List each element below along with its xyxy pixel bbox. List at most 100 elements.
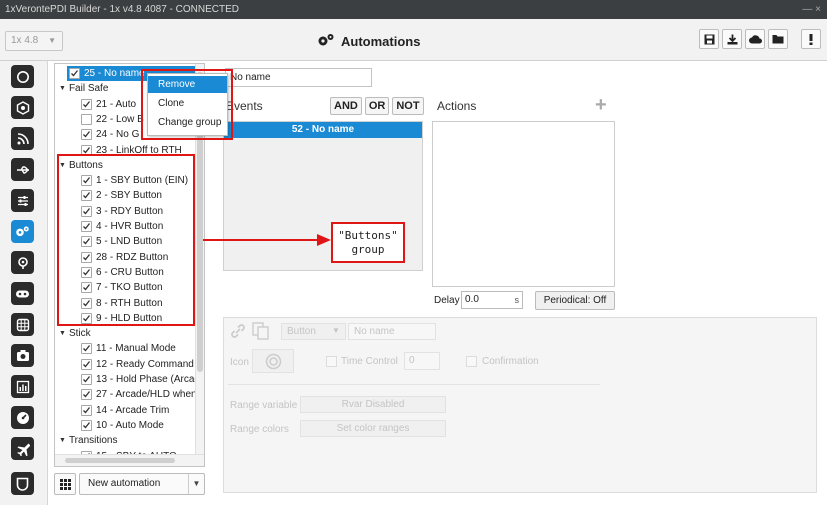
event-header[interactable]: 52 - No name	[224, 122, 422, 138]
location-pin-icon[interactable]	[11, 251, 34, 274]
airplane-icon[interactable]	[11, 437, 34, 460]
cloud-icon	[748, 35, 762, 44]
delay-input[interactable]: 0.0 s	[461, 291, 523, 309]
window-controls[interactable]: — ×	[802, 0, 821, 19]
gamepad-icon[interactable]	[11, 282, 34, 305]
save-icon	[704, 34, 714, 44]
enable-checkbox[interactable]	[81, 129, 92, 141]
automations-icon[interactable]	[11, 220, 34, 243]
enable-checkbox[interactable]	[81, 404, 92, 416]
enable-checkbox[interactable]	[81, 358, 92, 370]
usb-icon[interactable]	[11, 158, 34, 181]
buttons-group-highlight	[57, 154, 195, 326]
action-detail-panel: Button ▼ No name Icon Time Control 0 Con…	[223, 317, 817, 493]
page-title: Automations	[317, 31, 420, 51]
tree-label: 13 - Hold Phase (Arcad	[96, 374, 200, 385]
sliders-icon[interactable]	[11, 189, 34, 212]
enable-checkbox[interactable]	[81, 374, 92, 385]
confirmation-checkbox[interactable]	[466, 356, 477, 367]
periodical-toggle[interactable]: Periodical: Off	[535, 291, 615, 310]
set-color-ranges-label: Set color ranges	[336, 423, 410, 434]
version-select[interactable]: 1x 4.8 ▼	[5, 31, 63, 51]
enable-checkbox[interactable]	[69, 68, 80, 79]
power-icon[interactable]	[11, 65, 34, 88]
download-button[interactable]	[722, 29, 742, 49]
grid-icon	[59, 478, 71, 490]
and-button[interactable]: AND	[330, 97, 362, 115]
tree-group[interactable]: ▼ Transitions	[59, 433, 117, 448]
automation-name-input[interactable]: No name	[225, 68, 372, 87]
camera-icon[interactable]	[11, 344, 34, 367]
tree-item[interactable]: 11 - Manual Mode	[81, 341, 176, 356]
dashboard-icon[interactable]	[11, 406, 34, 429]
info-button[interactable]	[801, 29, 821, 49]
enable-checkbox[interactable]	[81, 389, 92, 401]
enable-checkbox[interactable]	[81, 343, 92, 355]
tree-item[interactable]: 12 - Ready Command	[81, 357, 194, 372]
tree-item[interactable]: 10 - Auto Mode	[81, 418, 164, 433]
delay-unit: s	[514, 295, 520, 305]
link-icon	[231, 324, 245, 338]
tree-item[interactable]: 21 - Auto	[81, 97, 136, 112]
enable-checkbox[interactable]	[81, 98, 92, 110]
add-action-icon[interactable]: +	[595, 95, 607, 115]
window-title: 1xVerontePDI Builder - 1x v4.8 4087 - CO…	[5, 4, 239, 15]
action-name-placeholder: No name	[354, 326, 395, 337]
action-type-select[interactable]: Button ▼	[281, 323, 346, 340]
context-menu-highlight	[141, 69, 233, 140]
open-folder-button[interactable]	[768, 29, 788, 49]
not-button[interactable]: NOT	[392, 97, 424, 115]
range-colors-label: Range colors	[230, 424, 289, 435]
save-button[interactable]	[699, 29, 719, 49]
tree-label: 11 - Manual Mode	[96, 343, 176, 355]
cloud-upload-button[interactable]	[745, 29, 765, 49]
tree-label: 21 - Auto	[96, 98, 137, 110]
tree-item[interactable]: 22 - Low B	[81, 112, 144, 127]
action-name-input[interactable]: No name	[348, 323, 436, 340]
range-variable-select[interactable]: Rvar Disabled	[300, 396, 446, 413]
new-automation-button[interactable]: New automation ▼	[79, 473, 205, 495]
annotation-callout: "Buttons" group	[331, 222, 405, 263]
logic-buttons: AND OR NOT	[330, 97, 424, 115]
tree-item[interactable]: 13 - Hold Phase (Arcad	[81, 372, 200, 387]
copy-icon	[252, 322, 269, 340]
download-icon	[727, 34, 737, 44]
expand-triangle-icon[interactable]: ▼	[59, 326, 66, 341]
gears-icon	[317, 33, 335, 50]
icon-picker[interactable]	[252, 349, 294, 373]
grid-view-button[interactable]	[54, 473, 76, 495]
grid-icon[interactable]	[11, 313, 34, 336]
tree-group[interactable]: ▼ Stick	[59, 326, 91, 341]
tree-label: 24 - No G	[96, 129, 140, 141]
chevron-down-icon[interactable]: ▼	[188, 474, 204, 494]
set-color-ranges-button[interactable]: Set color ranges	[300, 420, 446, 437]
tree-horizontal-scrollbar[interactable]	[55, 454, 204, 466]
tree-item[interactable]: 27 - Arcade/HLD when	[81, 387, 197, 402]
chevron-down-icon: ▼	[48, 36, 56, 45]
tree-label: 10 - Auto Mode	[96, 419, 164, 431]
or-button[interactable]: OR	[364, 97, 390, 115]
enable-checkbox[interactable]	[81, 419, 92, 431]
delay-label: Delay	[434, 295, 460, 306]
expand-triangle-icon[interactable]: ▼	[59, 81, 66, 96]
confirmation-label: Confirmation	[482, 356, 539, 367]
scrollbar-thumb[interactable]	[65, 458, 175, 463]
tree-label: Transitions	[68, 435, 118, 447]
enable-checkbox[interactable]	[81, 113, 92, 125]
time-control-input[interactable]: 0	[404, 352, 440, 370]
tree-label: 25 - No name	[84, 68, 145, 79]
callout-line2: group	[351, 243, 385, 256]
tree-label: Stick	[68, 328, 91, 340]
actions-label: Actions	[437, 99, 477, 113]
expand-triangle-icon[interactable]: ▼	[59, 433, 66, 448]
window-titlebar: 1xVerontePDI Builder - 1x v4.8 4087 - CO…	[0, 0, 827, 19]
hexagon-icon[interactable]	[11, 96, 34, 119]
signal-icon[interactable]	[11, 127, 34, 150]
tree-item[interactable]: 24 - No G	[81, 127, 139, 142]
shield-icon[interactable]	[11, 472, 34, 495]
bar-chart-icon[interactable]	[11, 375, 34, 398]
tree-item[interactable]: 14 - Arcade Trim	[81, 403, 169, 418]
tree-group[interactable]: ▼ Fail Safe	[59, 81, 108, 96]
toolbar-actions	[699, 29, 821, 49]
time-control-checkbox[interactable]	[326, 356, 337, 367]
